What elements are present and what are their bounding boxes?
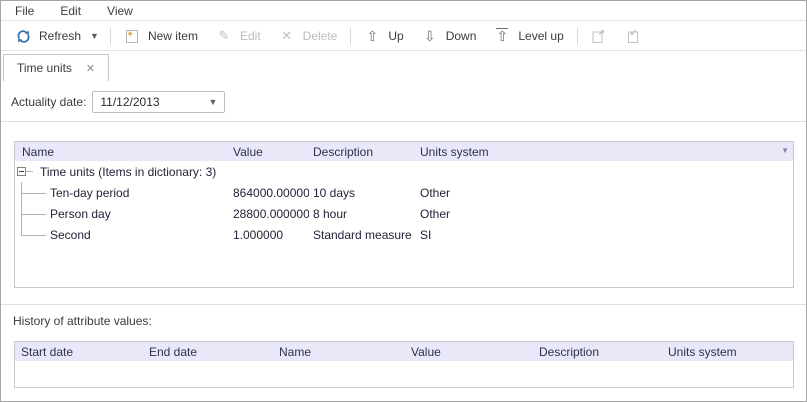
column-header-description[interactable]: Description <box>309 145 416 159</box>
filter-row: Actuality date: 11/12/2013 ▼ <box>11 91 225 113</box>
export-button[interactable] <box>582 24 616 48</box>
menu-file[interactable]: File <box>15 4 34 18</box>
cell-description: 10 days <box>309 182 416 203</box>
section-divider <box>1 121 806 122</box>
down-label: Down <box>446 29 477 43</box>
x-cross-icon: ✕ <box>279 28 295 44</box>
collapse-minus-icon[interactable] <box>17 167 26 176</box>
column-header-description[interactable]: Description <box>533 345 662 359</box>
toolbar-separator <box>110 28 111 45</box>
arrow-up-icon: ⇧ <box>364 28 380 44</box>
table-row[interactable]: Person day 28800.000000 8 hour Other <box>15 203 793 224</box>
menu-view[interactable]: View <box>107 4 133 18</box>
column-header-value[interactable]: Value <box>229 145 309 159</box>
column-header-name[interactable]: Name <box>15 145 229 159</box>
toolbar-separator <box>577 28 578 45</box>
cell-name: Person day <box>15 203 229 224</box>
tab-label: Time units <box>17 61 72 75</box>
tab-close-icon[interactable]: ✕ <box>86 62 95 75</box>
cell-description: Standard measure <box>309 224 416 245</box>
menu-edit[interactable]: Edit <box>60 4 81 18</box>
column-header-end-date[interactable]: End date <box>143 345 273 359</box>
column-header-name[interactable]: Name <box>273 345 405 359</box>
edit-button[interactable]: ✎ Edit <box>207 24 270 48</box>
delete-button[interactable]: ✕ Delete <box>270 24 347 48</box>
cell-value: 28800.000000 <box>229 203 309 224</box>
toolbar-separator <box>350 28 351 45</box>
cell-units-system: Other <box>416 182 793 203</box>
column-header-units-system[interactable]: Units system <box>662 345 793 359</box>
level-up-label: Level up <box>518 29 563 43</box>
actuality-date-label: Actuality date: <box>11 95 86 109</box>
refresh-button[interactable]: Refresh <box>6 24 90 48</box>
cell-value: 1.000000 <box>229 224 309 245</box>
cell-description: 8 hour <box>309 203 416 224</box>
column-header-units-system[interactable]: Units system <box>416 145 793 159</box>
cell-name: Ten-day period <box>15 182 229 203</box>
new-document-icon: * <box>124 28 140 44</box>
time-units-table: Name Value Description Units system ▼ Ti… <box>14 141 794 288</box>
refresh-dropdown-icon[interactable]: ▼ <box>90 31 99 41</box>
pencil-icon: ✎ <box>216 28 232 44</box>
svg-text:*: * <box>128 30 133 42</box>
cell-units-system: Other <box>416 203 793 224</box>
column-header-value[interactable]: Value <box>405 345 533 359</box>
tab-time-units[interactable]: Time units ✕ <box>3 54 109 81</box>
column-menu-icon[interactable]: ▼ <box>781 146 789 155</box>
table-row[interactable]: Second 1.000000 Standard measure SI <box>15 224 793 245</box>
actuality-date-value: 11/12/2013 <box>100 95 159 109</box>
refresh-icon <box>15 28 31 44</box>
edit-label: Edit <box>240 29 261 43</box>
arrow-level-up-icon: ⇧ <box>494 28 510 44</box>
cell-units-system: SI <box>416 224 793 245</box>
up-button[interactable]: ⇧ Up <box>355 24 412 48</box>
refresh-label: Refresh <box>39 29 81 43</box>
section-divider <box>1 304 806 305</box>
table-row[interactable]: Ten-day period 864000.000000 10 days Oth… <box>15 182 793 203</box>
up-label: Up <box>388 29 403 43</box>
history-table: Start date End date Name Value Descripti… <box>14 341 794 388</box>
tab-strip: Time units ✕ <box>3 54 109 81</box>
export-document-icon <box>591 28 607 44</box>
down-button[interactable]: ⇩ Down <box>413 24 486 48</box>
history-section-label: History of attribute values: <box>13 314 152 328</box>
delete-label: Delete <box>303 29 338 43</box>
cell-value: 864000.000000 <box>229 182 309 203</box>
time-units-table-header: Name Value Description Units system ▼ <box>15 142 793 161</box>
toolbar: Refresh ▼ * New item ✎ Edit ✕ Delete ⇧ U… <box>1 22 806 51</box>
column-header-start-date[interactable]: Start date <box>15 345 143 359</box>
import-document-icon <box>625 28 641 44</box>
app-window: File Edit View Refresh ▼ * <box>0 0 807 402</box>
new-item-button[interactable]: * New item <box>115 24 207 48</box>
new-item-label: New item <box>148 29 198 43</box>
tree-connector <box>26 171 33 172</box>
level-up-button[interactable]: ⇧ Level up <box>485 24 572 48</box>
cell-name: Second <box>15 224 229 245</box>
arrow-down-icon: ⇩ <box>422 28 438 44</box>
tree-root-row[interactable]: Time units (Items in dictionary: 3) <box>15 161 793 182</box>
combo-dropdown-icon[interactable]: ▼ <box>208 97 217 107</box>
tree-root-label: Time units (Items in dictionary: 3) <box>40 165 216 179</box>
history-table-header: Start date End date Name Value Descripti… <box>15 342 793 361</box>
import-button[interactable] <box>616 24 650 48</box>
menu-bar: File Edit View <box>1 1 806 21</box>
actuality-date-combobox[interactable]: 11/12/2013 ▼ <box>92 91 225 113</box>
